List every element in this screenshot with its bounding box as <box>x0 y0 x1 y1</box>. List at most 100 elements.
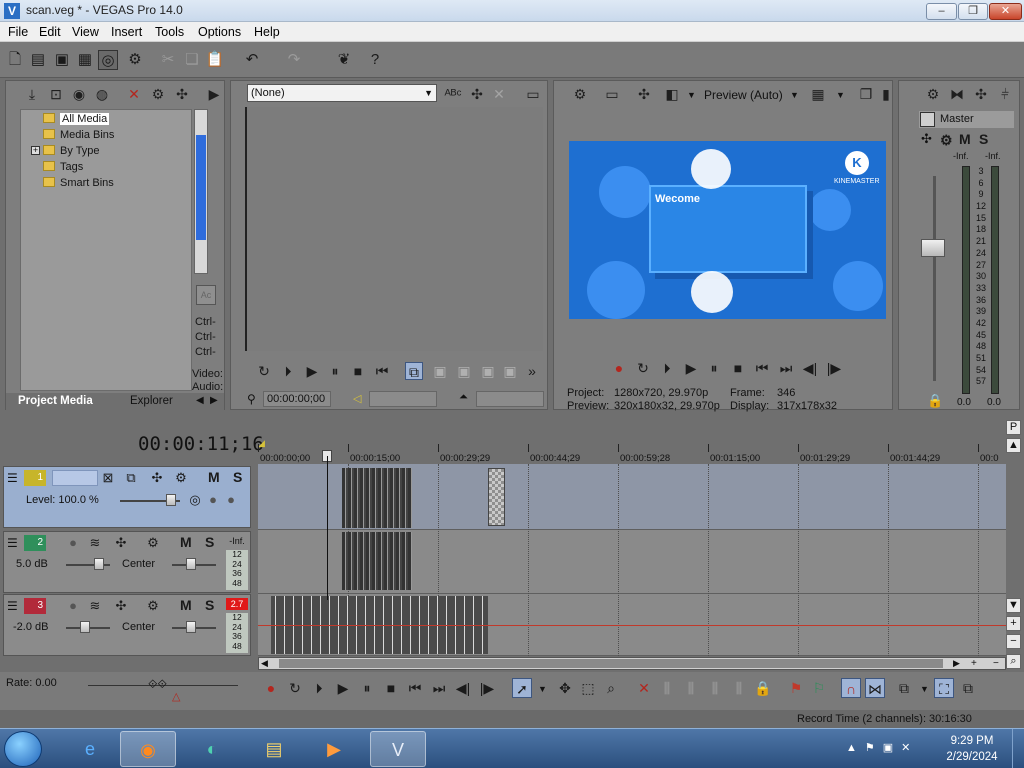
edge-icon[interactable]: ◐ <box>184 731 240 767</box>
track-gear-icon[interactable]: ⚙ <box>172 470 190 486</box>
menu-options[interactable]: Options <box>198 25 241 39</box>
master-fx-chain-icon[interactable]: ✣ <box>921 131 932 147</box>
track-fx-icon[interactable]: ✣ <box>112 598 130 614</box>
master-mute-button[interactable]: M <box>959 131 971 147</box>
track-3-solo-button[interactable]: S <box>205 597 214 613</box>
menu-view[interactable]: View <box>72 25 99 39</box>
copy-icon[interactable]: ❏ <box>182 50 202 70</box>
save-icon[interactable]: ▣ <box>52 50 72 70</box>
cut-icon[interactable]: ✂ <box>158 50 178 70</box>
track-motion-icon[interactable]: ⊠ <box>99 470 117 486</box>
track-3-mute-button[interactable]: M <box>180 597 192 613</box>
timeline-area[interactable] <box>258 464 1006 656</box>
track-1-name-field[interactable] <box>52 470 98 486</box>
undo-icon[interactable]: ↶ <box>242 50 262 70</box>
new-file-icon[interactable]: 🗋 <box>5 50 25 70</box>
pan-knob[interactable] <box>186 558 196 570</box>
tab-project-media[interactable]: Project Media <box>18 395 93 407</box>
master-gear-icon[interactable]: ⚙ <box>923 84 943 104</box>
internet-explorer-icon[interactable]: e <box>62 731 118 767</box>
go-to-end-icon[interactable]: ⏭ <box>429 678 449 698</box>
parent-track-icon[interactable]: ● <box>204 492 222 508</box>
compositing-icon[interactable]: ⧉ <box>122 470 140 486</box>
tree-scrollbar[interactable] <box>194 109 208 274</box>
next-frame-icon[interactable]: |▶ <box>477 678 497 698</box>
previous-frame-icon[interactable]: ◀| <box>801 359 819 377</box>
auto-crossfade-icon[interactable]: ⋈ <box>865 678 885 698</box>
pan-knob[interactable] <box>186 621 196 633</box>
play-from-start-icon[interactable]: ⏵ <box>658 359 676 377</box>
audio-event-track-2[interactable] <box>342 532 412 590</box>
start-button[interactable] <box>4 731 42 767</box>
tree-smart-bins[interactable]: Smart Bins <box>43 177 114 189</box>
split-icon[interactable]: ⫼ <box>729 678 749 698</box>
insert-ripple-icon[interactable]: ▣ <box>479 362 497 380</box>
go-to-start-icon[interactable]: ⏮ <box>405 678 425 698</box>
lock-envelopes-icon[interactable]: ⛶ <box>934 678 954 698</box>
overwrite-icon[interactable]: ▣ <box>455 362 473 380</box>
scroll-thumb[interactable] <box>196 135 206 240</box>
vegas-icon[interactable]: V <box>370 731 426 767</box>
trim-end-icon[interactable]: ⫼ <box>705 678 725 698</box>
trim-mode-icon[interactable]: ⧉ <box>405 362 423 380</box>
save-snapshot-icon[interactable]: ▮ <box>876 84 896 104</box>
remove-media-icon[interactable]: ✕ <box>124 84 144 104</box>
ripple-edit-icon[interactable]: ⧉ <box>894 678 914 698</box>
volume-knob[interactable] <box>94 558 104 570</box>
scroll-left-icon[interactable]: ◀ <box>261 658 268 669</box>
play-icon[interactable]: ▶ <box>682 359 700 377</box>
trim-options-icon[interactable]: ▣ <box>501 362 519 380</box>
track-fx-icon[interactable]: ✣ <box>148 470 166 486</box>
go-to-start-icon[interactable]: ⏮ <box>373 362 391 380</box>
media-player-icon[interactable]: ▶ <box>306 731 362 767</box>
menu-edit[interactable]: Edit <box>39 25 61 39</box>
menu-help[interactable]: Help <box>254 25 280 39</box>
vegas-app-icon[interactable]: V <box>4 3 20 19</box>
taskbar-clock[interactable]: 9:29 PM 2/29/2024 <box>940 733 1004 765</box>
loop-playback-icon[interactable]: ↻ <box>285 678 305 698</box>
trimmer-window-icon[interactable]: ▭ <box>523 84 543 104</box>
scroll-right-icon[interactable]: ▶ <box>953 658 960 669</box>
render-icon[interactable]: ▦ <box>75 50 95 70</box>
show-desktop-button[interactable] <box>1012 729 1024 768</box>
firefox-icon[interactable]: ◉ <box>120 731 176 767</box>
zoom-in-icon[interactable]: + <box>971 658 977 669</box>
ignore-grouping-icon[interactable]: ⧉ <box>958 678 978 698</box>
file-explorer-icon[interactable]: ▤ <box>246 731 302 767</box>
collapse-track-icon[interactable]: ☰ <box>7 599 18 613</box>
chevron-down-icon[interactable]: ▼ <box>790 90 799 100</box>
video-frame[interactable]: Wecome K KINEMASTER <box>569 141 886 319</box>
track-1-solo-button[interactable]: S <box>233 469 242 485</box>
trimmer-clear-icon[interactable]: ✕ <box>489 84 509 104</box>
menu-insert[interactable]: Insert <box>111 25 142 39</box>
normal-edit-tool-icon[interactable]: ➚ <box>512 678 532 698</box>
track-gear-icon[interactable]: ⚙ <box>144 598 162 614</box>
track-fx-icon[interactable]: ✣ <box>112 535 130 551</box>
snapping-magnet-icon[interactable]: ∩ <box>841 678 861 698</box>
play-from-start-icon[interactable]: ⏵ <box>309 678 329 698</box>
lock-event-icon[interactable]: 🔒 <box>753 678 773 698</box>
overlays-grid-icon[interactable]: ▦ <box>808 84 828 104</box>
master-fader-knob[interactable] <box>921 239 945 257</box>
track-1-header[interactable]: ☰ 1 ⊠ ⧉ ✣ ⚙ M S Level: 100.0 % ◎ ● ● <box>3 466 251 528</box>
redo-icon[interactable]: ↷ <box>284 50 304 70</box>
go-to-end-icon[interactable]: ⏭ <box>777 359 795 377</box>
collapse-track-icon[interactable]: ☰ <box>7 536 18 550</box>
tree-all-media[interactable]: All Media <box>43 113 110 125</box>
arm-record-icon[interactable]: ● <box>64 598 82 614</box>
stop-icon[interactable]: ■ <box>729 359 747 377</box>
mixer-icon[interactable]: ⫩ <box>995 84 1015 104</box>
trimmer-media-dropdown[interactable]: (None) ▼ <box>247 84 437 102</box>
insert-icon[interactable]: ▣ <box>431 362 449 380</box>
insert-region-icon[interactable]: ⚐ <box>809 678 829 698</box>
track-3-header[interactable]: ☰ 3 ● ≋ ✣ ⚙ M S -2.0 dB Center 2.7 12 24 3… <box>3 594 251 656</box>
track-2-header[interactable]: ☰ 2 ● ≋ ✣ ⚙ M S 5.0 dB Center -Inf. 12 24… <box>3 531 251 593</box>
chevron-down-icon[interactable]: ▼ <box>687 90 696 100</box>
more-options-icon[interactable]: » <box>523 362 541 380</box>
import-media-icon[interactable]: ⤓ <box>22 84 42 104</box>
envelope-tool-icon[interactable]: ✥ <box>555 678 575 698</box>
zoom-out-icon[interactable]: − <box>993 658 999 669</box>
trim-icon[interactable]: ⫼ <box>657 678 677 698</box>
record-icon[interactable]: ● <box>610 359 628 377</box>
playhead-cursor[interactable] <box>327 456 328 600</box>
